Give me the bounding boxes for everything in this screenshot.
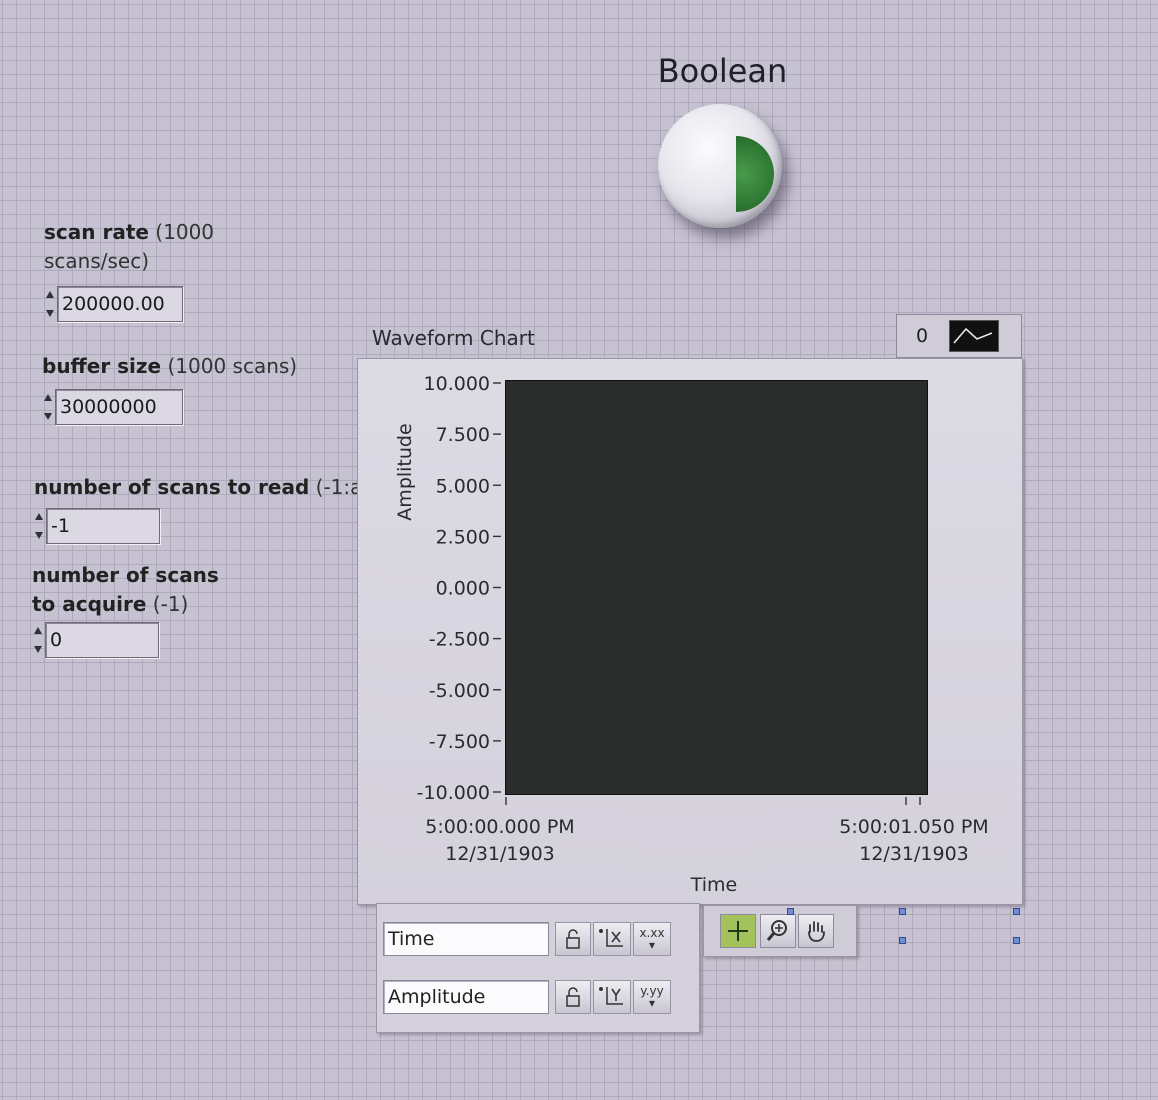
decrement-arrow-icon[interactable]: [35, 531, 43, 539]
decrement-arrow-icon[interactable]: [46, 309, 54, 317]
scans-to-acquire-control: 0: [32, 622, 159, 658]
buffer-size-input[interactable]: 30000000: [55, 389, 183, 425]
x-scale-lock-button[interactable]: [555, 922, 591, 956]
scan-rate-control: 200000.00: [44, 286, 183, 322]
chart-title: Waveform Chart: [372, 326, 535, 350]
plot-legend[interactable]: 0: [896, 314, 1022, 358]
zoom-icon: [766, 920, 787, 941]
hand-icon: [808, 921, 825, 942]
autoscale-y-icon: [599, 987, 623, 1005]
x-autoscale-button[interactable]: [593, 922, 631, 956]
chevron-down-icon: ▾: [648, 938, 656, 952]
selection-handle[interactable]: [899, 908, 906, 915]
y-autoscale-button[interactable]: [593, 980, 631, 1014]
boolean-button[interactable]: [658, 104, 782, 228]
selection-handle[interactable]: [1013, 937, 1020, 944]
x-format-button[interactable]: x.xx ▾: [633, 922, 671, 956]
scans-to-read-input[interactable]: -1: [46, 508, 160, 544]
scans-to-read-label: number of scans to read (-1:all): [34, 475, 382, 499]
y-scale-lock-button[interactable]: [555, 980, 591, 1014]
x-scale-name-field[interactable]: Time: [383, 922, 549, 956]
chevron-down-icon: ▾: [648, 996, 656, 1010]
lock-icon: [566, 987, 580, 1007]
scans-to-acquire-input[interactable]: 0: [45, 622, 159, 658]
buffer-size-control: 30000000: [42, 389, 183, 425]
scans-to-read-control: -1: [33, 508, 160, 544]
zoom-tool-button[interactable]: [760, 914, 796, 948]
decrement-arrow-icon[interactable]: [44, 412, 52, 420]
boolean-label: Boolean: [657, 52, 788, 90]
selection-handle[interactable]: [1013, 908, 1020, 915]
y-format-button[interactable]: y.yy ▾: [633, 980, 671, 1014]
boolean-indicator-light: [736, 136, 774, 212]
autoscale-x-icon: [599, 929, 623, 947]
scans-to-read-spinner[interactable]: [33, 508, 45, 544]
y-scale-name-field[interactable]: Amplitude: [383, 980, 549, 1014]
line-plot-icon: [953, 327, 993, 344]
buffer-size-spinner[interactable]: [42, 389, 54, 425]
plot-index: 0: [915, 325, 929, 347]
plot-area[interactable]: [505, 380, 928, 795]
decrement-arrow-icon[interactable]: [34, 645, 42, 653]
scale-legend: Time x.xx ▾ Amplitude y.yy ▾: [376, 903, 700, 1033]
increment-arrow-icon[interactable]: [46, 291, 54, 299]
scan-rate-spinner[interactable]: [44, 286, 56, 322]
selection-handle[interactable]: [899, 937, 906, 944]
increment-arrow-icon[interactable]: [35, 513, 43, 521]
plot-style-swatch[interactable]: [949, 320, 999, 352]
scan-rate-input[interactable]: 200000.00: [57, 286, 183, 322]
lock-icon: [566, 929, 580, 949]
increment-arrow-icon[interactable]: [34, 627, 42, 635]
pan-tool-button[interactable]: [798, 914, 834, 948]
increment-arrow-icon[interactable]: [44, 394, 52, 402]
scans-to-acquire-spinner[interactable]: [32, 622, 44, 658]
selection-handle[interactable]: [787, 908, 794, 915]
crosshair-icon: [728, 921, 748, 941]
graph-palette: [703, 905, 857, 957]
cursor-tool-button[interactable]: [720, 914, 756, 948]
scan-rate-label: scan rate (1000 scans/sec): [44, 220, 215, 273]
buffer-size-label: buffer size (1000 scans): [42, 354, 298, 378]
scans-to-acquire-label: number of scans to acquire (-1): [32, 563, 219, 616]
